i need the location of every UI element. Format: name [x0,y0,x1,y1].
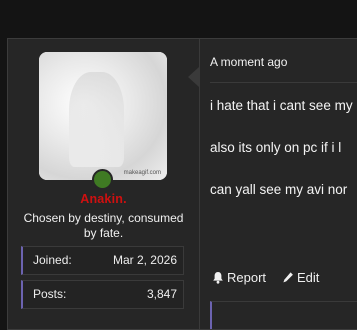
edit-button[interactable]: Edit [282,270,319,285]
user-avatar[interactable]: makeagif.com [39,52,167,180]
online-status-indicator [92,169,113,190]
message-pointer-arrow [188,67,199,87]
header-divider [210,82,357,83]
bell-icon [213,272,223,284]
edit-label: Edit [297,270,320,285]
message-content: A moment ago i hate that i cant see my a… [199,39,357,329]
username-link[interactable]: Anakin. [8,192,199,206]
stat-posts-label: Posts: [33,287,67,301]
user-title: Chosen by destiny, consumed by fate. [23,211,184,240]
post-footer-box [210,301,357,329]
stat-joined: Joined: Mar 2, 2026 [21,246,184,275]
report-label: Report [227,270,267,285]
forum-post: makeagif.com Anakin. Chosen by destiny, … [7,38,357,330]
message-line: can yall see my avi nor [210,182,348,197]
avatar-figure [69,72,124,167]
stat-joined-label: Joined: [33,253,72,267]
message-line: i hate that i cant see my [210,98,353,113]
pencil-icon [283,272,293,283]
avatar-watermark: makeagif.com [123,170,161,176]
report-button[interactable]: Report [212,270,266,285]
stat-joined-value: Mar 2, 2026 [112,253,177,267]
post-timestamp[interactable]: A moment ago [210,55,287,69]
stat-posts-value: 3,847 [146,287,177,301]
message-line: also its only on pc if i l [210,140,342,155]
stat-posts: Posts: 3,847 [21,280,184,309]
user-info-panel: makeagif.com Anakin. Chosen by destiny, … [8,39,199,329]
